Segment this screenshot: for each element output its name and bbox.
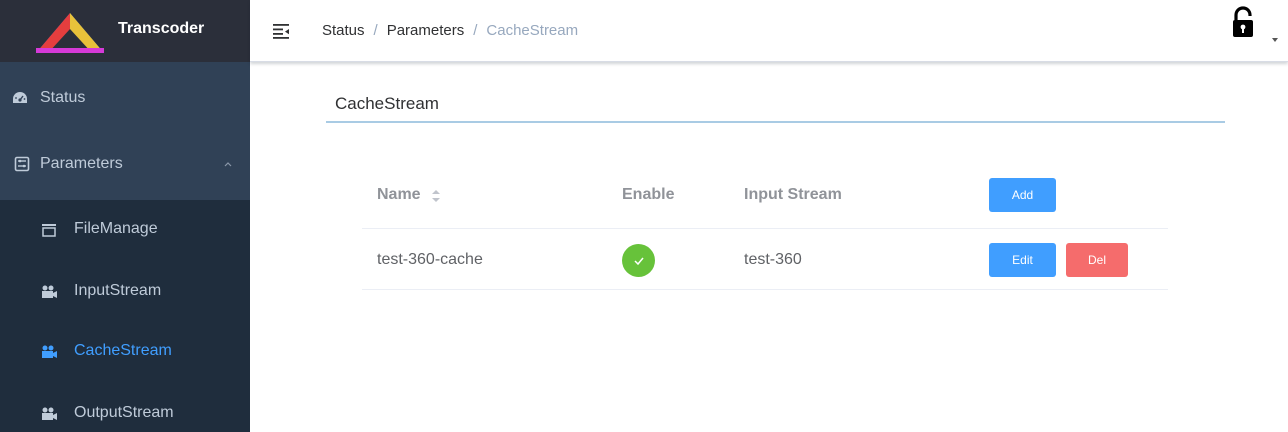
parameters-icon: [14, 156, 30, 172]
folder-icon: [42, 224, 56, 237]
column-header-input-stream: Input Stream: [744, 186, 842, 203]
delete-button[interactable]: Del: [1066, 243, 1128, 277]
sidebar-item-outputstream[interactable]: OutputStream: [0, 384, 250, 432]
sidebar-item-label: CacheStream: [74, 342, 172, 359]
camera-icon: [42, 407, 57, 420]
sidebar-item-label: Parameters: [40, 155, 123, 172]
edit-button[interactable]: Edit: [989, 243, 1056, 277]
add-button[interactable]: Add: [989, 178, 1056, 212]
sidebar-item-label: FileManage: [74, 220, 158, 237]
table-divider: [362, 228, 1168, 229]
title-divider: [326, 121, 1225, 123]
enabled-check-icon: [622, 244, 655, 277]
sidebar-item-inputstream[interactable]: InputStream: [0, 262, 250, 322]
sort-icon[interactable]: [431, 189, 441, 203]
lock-icon[interactable]: [1231, 6, 1255, 40]
dashboard-icon: [12, 90, 28, 106]
sidebar-item-cachestream[interactable]: CacheStream: [0, 322, 250, 382]
breadcrumb-item-status[interactable]: Status: [322, 22, 365, 39]
table-divider: [362, 289, 1168, 290]
logo-bar: Transcoder: [0, 0, 250, 62]
column-header-name: Name: [377, 186, 421, 203]
breadcrumb-separator: /: [473, 22, 478, 39]
parameters-submenu: FileManage InputStream CacheStream Outpu…: [0, 200, 250, 432]
camera-icon: [42, 285, 57, 298]
sidebar-item-label: OutputStream: [74, 404, 174, 421]
caret-down-icon[interactable]: [1272, 38, 1278, 42]
app-title: Transcoder: [118, 20, 205, 37]
camera-icon: [42, 345, 57, 358]
column-header-enable: Enable: [622, 186, 675, 203]
sidebar-item-status[interactable]: Status: [0, 66, 250, 130]
page-title: CacheStream: [335, 94, 439, 113]
breadcrumb-item-current: CacheStream: [486, 22, 579, 39]
chevron-up-icon: [224, 162, 232, 167]
breadcrumb: Status / Parameters / CacheStream: [322, 22, 578, 39]
sidebar-item-filemanage[interactable]: FileManage: [0, 200, 250, 260]
app-root: Transcoder Status Parameters FileManage …: [0, 0, 1288, 432]
sidebar-item-parameters[interactable]: Parameters: [0, 132, 250, 196]
breadcrumb-separator: /: [373, 22, 378, 39]
breadcrumb-item-parameters[interactable]: Parameters: [387, 22, 465, 39]
top-navbar: Status / Parameters / CacheStream: [250, 0, 1288, 62]
sidebar: Transcoder Status Parameters FileManage …: [0, 0, 250, 432]
sidebar-item-label: Status: [40, 89, 86, 106]
cell-name: test-360-cache: [377, 251, 483, 268]
hamburger-icon[interactable]: [272, 23, 290, 39]
sidebar-item-label: InputStream: [74, 282, 162, 299]
cell-input-stream: test-360: [744, 251, 802, 268]
logo-icon: [36, 13, 104, 53]
